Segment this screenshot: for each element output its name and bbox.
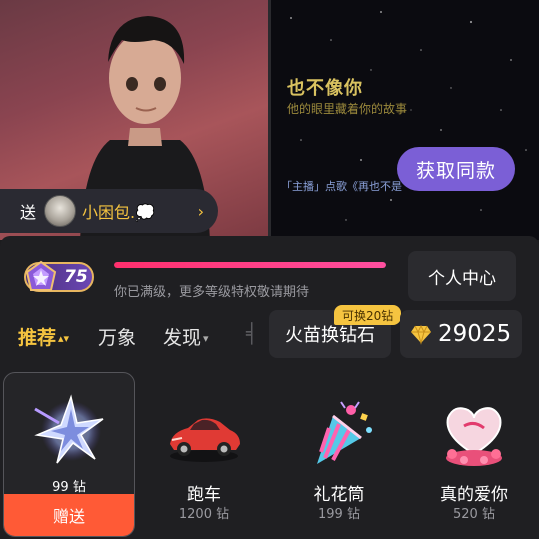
diamond-count: 29025 — [438, 321, 512, 347]
diamond-balance[interactable]: 29025 — [400, 310, 522, 358]
gift-price: 1200 钻 — [178, 507, 230, 522]
send-to-label: 送 — [20, 203, 37, 222]
gift-name: 真的爱你 — [440, 485, 508, 505]
sports-car-icon — [170, 418, 240, 462]
lyrics-video[interactable]: 也不像你 他的眼里藏着你的故事 「主播」点歌《再也不是 — [271, 0, 539, 240]
send-gift-button[interactable]: 赠送 — [4, 494, 134, 536]
get-same-button[interactable]: 获取同款 — [397, 147, 515, 191]
gift-card-sports-car[interactable]: 跑车 1200 钻 — [138, 372, 270, 537]
gift-card-star[interactable]: 99 钻 赠送 — [3, 372, 135, 537]
tab-recommend[interactable]: 推荐 ▴▾ — [18, 323, 69, 350]
chevron-right-icon: › — [197, 201, 204, 221]
star-shard-icon — [34, 394, 104, 464]
level-gem-icon — [25, 260, 57, 291]
level-tip: 你已满级，更多等级特权敬请期待 — [114, 285, 310, 300]
level-number: 75 — [64, 267, 88, 287]
heart-cake-icon — [446, 407, 502, 466]
tab-label: 万象 — [98, 327, 137, 349]
diamond-icon — [411, 324, 431, 345]
tab-label: 推荐 — [18, 327, 57, 349]
profile-center-button[interactable]: 个人中心 — [408, 251, 516, 301]
gift-card-party-popper[interactable]: 礼花筒 199 钻 — [273, 372, 405, 537]
level-badge[interactable]: 75 — [24, 260, 94, 292]
live-gift-screen: 也不像你 他的眼里藏着你的故事 「主播」点歌《再也不是 获取同款 送 小困包.💭… — [0, 0, 539, 539]
recipient-avatar — [44, 195, 77, 227]
gift-price: 199 钻 — [318, 507, 360, 522]
level-progress-fill — [114, 262, 386, 268]
sort-arrows-icon: ▴▾ — [58, 332, 70, 345]
gift-price: 99 钻 — [52, 480, 86, 495]
gift-price: 520 钻 — [453, 507, 495, 522]
gift-name: 礼花筒 — [313, 485, 365, 505]
starfield-background — [290, 11, 527, 221]
hidden-tab-fade: ╡ — [246, 323, 258, 345]
recipient-name: 小困包.💭 — [82, 203, 156, 222]
gift-name: 跑车 — [187, 485, 221, 505]
tab-label: 发现 — [163, 327, 202, 349]
tab-wanxiang[interactable]: 万象 — [98, 323, 136, 350]
gift-card-true-love[interactable]: 真的爱你 520 钻 — [408, 372, 539, 537]
level-progress-bar — [114, 262, 386, 268]
lyric-subtitle: 他的眼里藏着你的故事 — [287, 102, 408, 116]
exchange-badge: 可换20钻 — [334, 305, 402, 325]
song-request-caption: 「主播」点歌《再也不是 — [281, 180, 402, 193]
tab-discover[interactable]: 发现 ▾ — [163, 323, 209, 350]
party-popper-icon — [317, 401, 372, 464]
gift-recipient-selector[interactable]: 送 小困包.💭 › — [0, 189, 218, 233]
dropdown-arrow-icon: ▾ — [203, 332, 209, 345]
lyric-title: 也不像你 — [287, 78, 363, 99]
